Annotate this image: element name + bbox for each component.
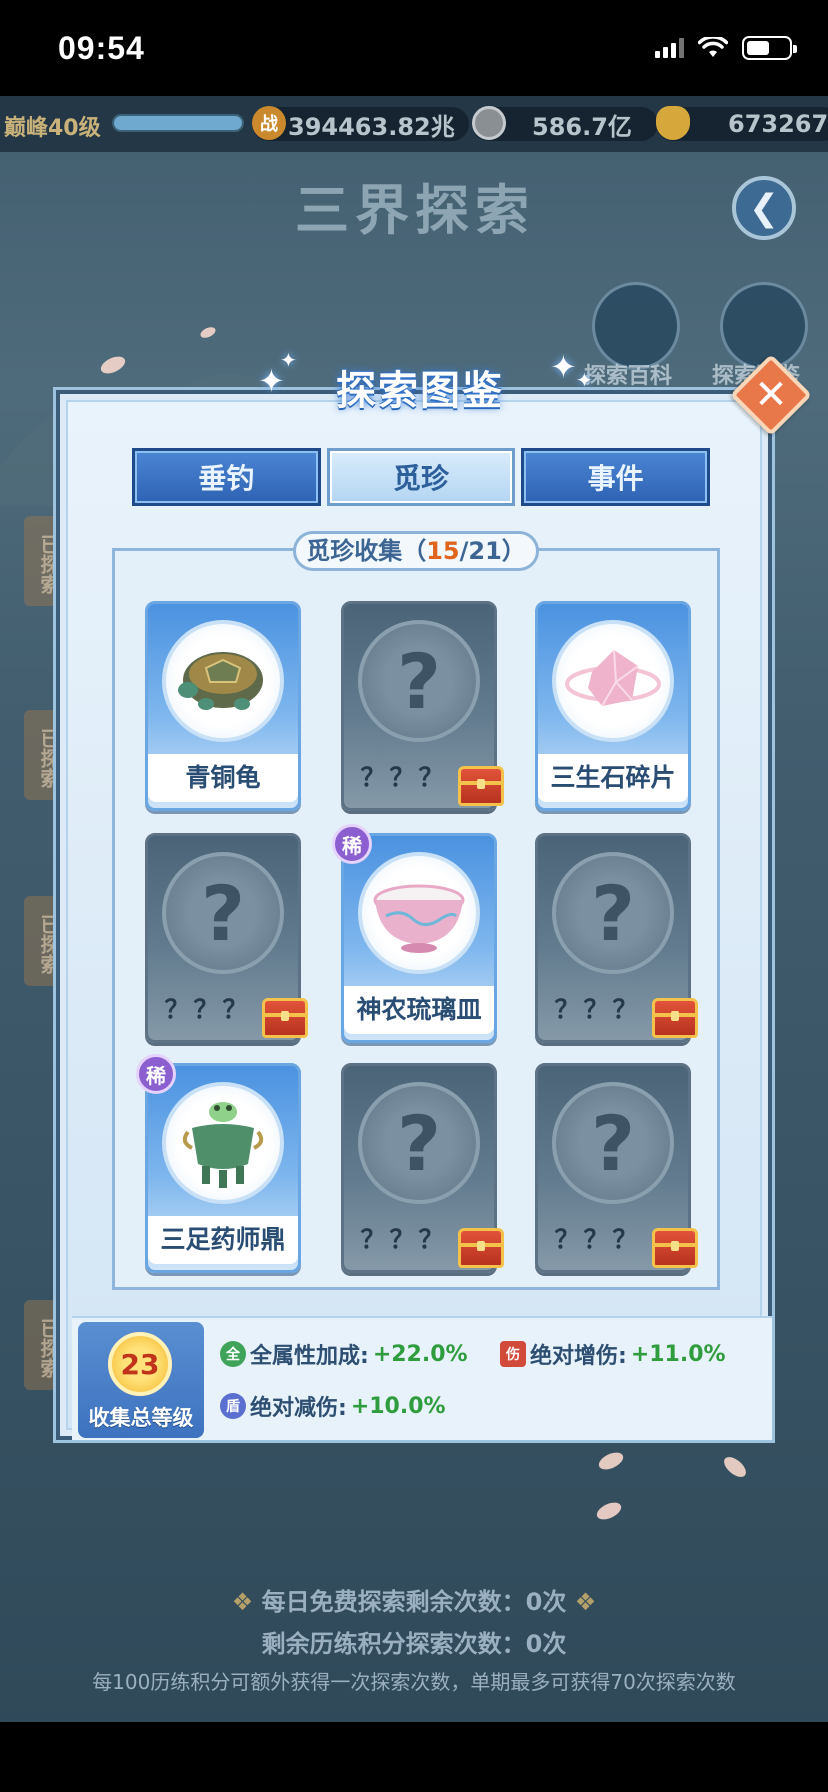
treasure-chest-icon[interactable] [262, 998, 308, 1038]
total-level-label: 收集总等级 [88, 1406, 194, 1430]
battery-icon [742, 36, 797, 60]
attr-damage-up: 伤 绝对增伤: +11.0% [500, 1338, 726, 1370]
resource-bar: 巅峰40级 394463.82兆 战 586.7亿 673267 [0, 96, 828, 152]
sparkle-icon: ✦ [576, 368, 593, 392]
jade-cauldron-icon [182, 1102, 264, 1188]
card-name: 三生石碎片 [538, 754, 688, 802]
total-level-badge[interactable]: 23 收集总等级 [78, 1322, 204, 1438]
rare-badge: 稀 [332, 824, 372, 864]
category-tabs: 垂钓 觅珍 事件 [132, 448, 711, 506]
wifi-icon [698, 37, 728, 57]
daily-free-count: ❖ 每日免费探索剩余次数：0次 ❖ [231, 1588, 597, 1616]
panel-header: ✦ ✦ 探索图鉴 ✦ ✦ [258, 348, 593, 422]
damage-down-icon: 盾 [220, 1393, 246, 1419]
tab-events[interactable]: 事件 [521, 448, 711, 506]
level-progress-bar [112, 114, 244, 132]
pink-crystal-icon [565, 649, 661, 707]
treasure-chest-icon[interactable] [458, 766, 504, 806]
explore-hint: 每100历练积分可额外获得一次探索次数，单期最多可获得70次探索次数 [92, 1670, 736, 1694]
question-mark-icon: ? [590, 1098, 636, 1188]
treasure-chest-icon[interactable] [652, 998, 698, 1038]
bronze-turtle-icon [178, 652, 263, 710]
damage-up-icon: 伤 [500, 1341, 526, 1367]
back-button[interactable]: ❮ [732, 176, 796, 240]
peak-level: 巅峰40级 [4, 116, 101, 141]
encyclopedia-label: 探索百科 [584, 364, 673, 389]
power-resource: 394463.82兆 战 [252, 106, 469, 142]
attr-damage-down: 盾 绝对减伤: +10.0% [220, 1390, 446, 1422]
collection-grid[interactable]: 觅珍收集（15/21） 青铜龟 ? ？？？ 三生石碎片 ? ？？？ 神农琉璃皿 … [112, 531, 720, 1290]
status-icons [655, 36, 797, 60]
status-time: 09:54 [58, 30, 145, 66]
glass-bowl-icon [373, 884, 465, 953]
scene-title: 三界探索 [295, 179, 535, 242]
sparkle-icon: ✦ [550, 348, 577, 386]
collection-card[interactable]: 三生石碎片 [535, 601, 691, 811]
panel-body: 垂钓 觅珍 事件 觅珍收集（15/21） 青铜龟 ? ？？？ 三生石碎片 ? ？… [66, 400, 772, 1440]
question-mark-icon: ? [590, 868, 636, 958]
question-mark-icon: ? [200, 868, 246, 958]
atlas-button[interactable] [720, 282, 808, 370]
screen: 09:54 巅峰40级 394463.82兆 战 586.7亿 673267 三… [0, 0, 828, 1792]
collection-card[interactable]: ? ？？？ [535, 833, 698, 1043]
encyclopedia-button[interactable] [592, 282, 680, 370]
coin-resource: 586.7亿 [472, 106, 658, 142]
gold-resource: 673267 [656, 106, 828, 142]
collection-card[interactable]: 神农琉璃皿 稀 [332, 824, 497, 1043]
cellular-signal-icon [655, 38, 684, 58]
close-icon: ✕ [754, 372, 788, 418]
treasure-chest-icon[interactable] [652, 1228, 698, 1268]
all-attr-icon: 全 [220, 1341, 246, 1367]
collection-card[interactable]: 三足药师鼎 稀 [136, 1054, 301, 1273]
panel-title: 探索图鉴 [336, 368, 504, 414]
attr-all: 全 全属性加成: +22.0% [220, 1338, 468, 1370]
level-medal-icon: 23 [108, 1332, 172, 1396]
gold-ingot-icon [656, 106, 690, 140]
collection-card[interactable]: ? ？？？ [341, 601, 504, 811]
rare-badge: 稀 [136, 1054, 176, 1094]
back-arrow-icon: ❮ [748, 187, 780, 229]
status-bar: 09:54 [0, 0, 828, 96]
question-mark-icon: ? [396, 636, 442, 726]
tab-fishing[interactable]: 垂钓 [132, 448, 321, 506]
collection-progress: 觅珍收集（15/21） [293, 531, 539, 571]
power-value: 394463.82兆 [288, 112, 455, 141]
sparkle-icon: ✦ [280, 348, 297, 372]
tab-treasure[interactable]: 觅珍 [326, 448, 516, 506]
card-name: 三足药师鼎 [148, 1216, 298, 1264]
collection-card[interactable]: ? ？？？ [145, 833, 308, 1043]
power-icon: 战 [252, 106, 286, 140]
coin-icon [472, 106, 506, 140]
collection-panel: 垂钓 觅珍 事件 觅珍收集（15/21） 青铜龟 ? ？？？ 三生石碎片 ? ？… [56, 348, 813, 1440]
collection-card[interactable]: ? ？？？ [535, 1063, 698, 1273]
remaining-count: 剩余历练积分探索次数：0次 [261, 1630, 567, 1658]
coin-value: 586.7亿 [532, 112, 632, 141]
collection-bonus: 23 收集总等级 全 全属性加成: +22.0% 伤 绝对增伤: +11.0% 盾 … [72, 1316, 772, 1440]
treasure-chest-icon[interactable] [458, 1228, 504, 1268]
question-mark-icon: ? [396, 1098, 442, 1188]
gold-value: 673267 [728, 110, 828, 138]
collection-card[interactable]: ? ？？？ [341, 1063, 504, 1273]
card-name: 青铜龟 [148, 754, 298, 802]
collection-card[interactable]: 青铜龟 [145, 601, 301, 811]
card-name: 神农琉璃皿 [344, 986, 494, 1034]
